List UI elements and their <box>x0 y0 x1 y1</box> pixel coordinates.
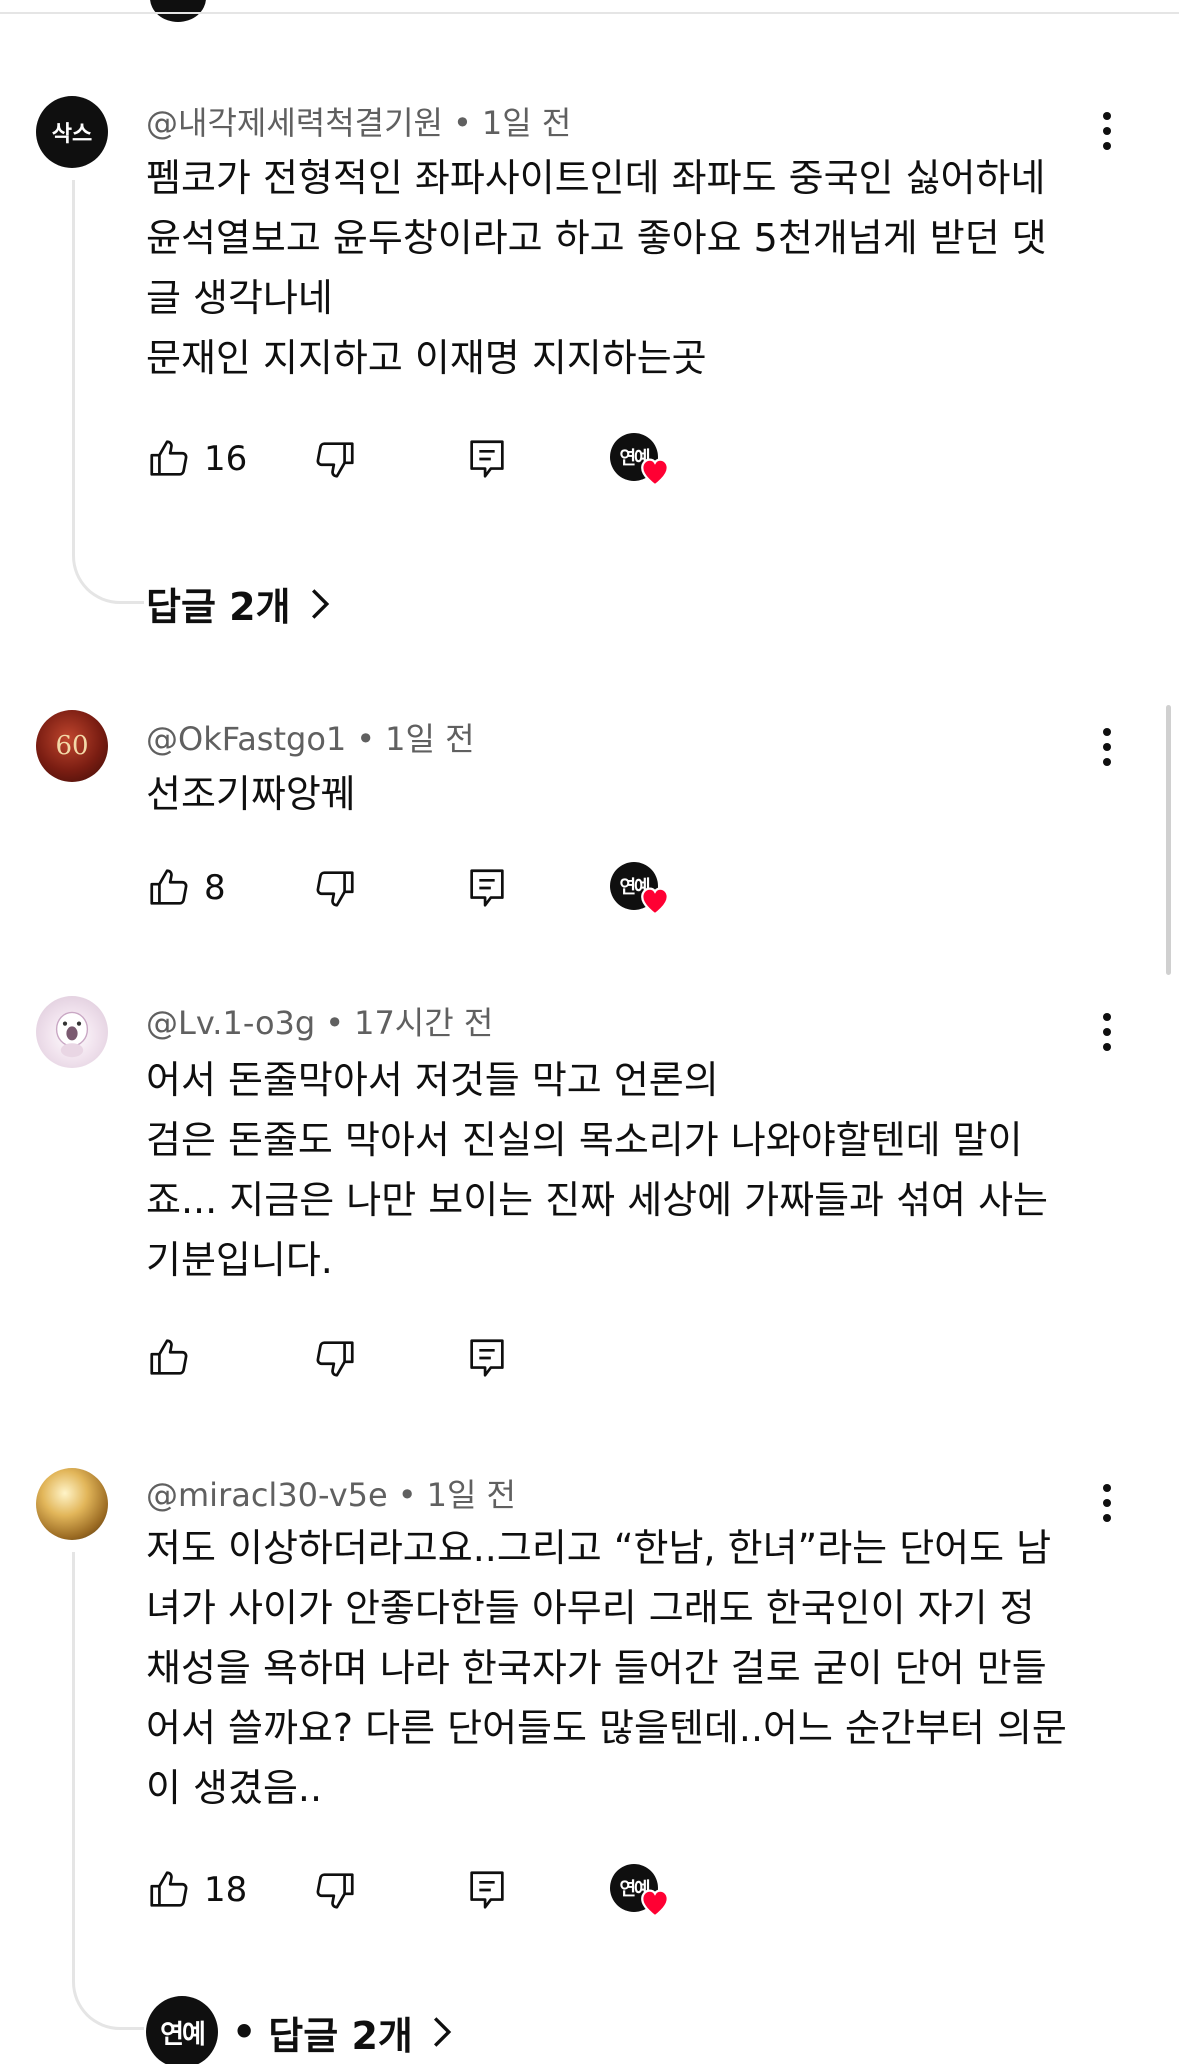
reply-icon <box>470 869 504 907</box>
dislike-button[interactable] <box>312 431 358 487</box>
replies-label: 답글 2개 <box>268 2013 413 2058</box>
comment-line: 윤석열보고 윤두창이라고 하고 좋아요 5천개넘게 받던 댓 <box>146 216 1047 260</box>
comment-text: 선조기짜앙꿰 <box>146 764 1096 824</box>
comment-line: 저도 이상하더라고요..그리고 “한남, 한녀”라는 단어도 남 <box>146 1526 1052 1570</box>
reply-button[interactable] <box>464 1330 510 1386</box>
avatar[interactable] <box>36 996 108 1068</box>
comment-actions <box>146 1330 846 1386</box>
dislike-icon <box>316 1341 354 1377</box>
dislike-icon <box>316 442 354 478</box>
thread-connector <box>72 180 144 604</box>
meta-separator: • <box>232 2010 257 2054</box>
author-handle[interactable]: @OkFastgo1 <box>146 720 346 758</box>
comment-line: 어서 돈줄막아서 저것들 막고 언론의 <box>146 1058 719 1102</box>
comment-line: 녀가 사이가 안좋다한들 아무리 그래도 한국인이 자기 정 <box>146 1586 1035 1630</box>
more-vert-icon <box>1103 112 1111 120</box>
heart-icon <box>641 458 669 487</box>
more-options-button[interactable] <box>1092 1478 1122 1528</box>
like-icon <box>150 440 188 476</box>
comment-time: 1일 전 <box>385 720 475 758</box>
reply-button[interactable] <box>464 431 510 487</box>
creator-heart: 연예 <box>610 429 674 489</box>
more-vert-icon <box>1103 1013 1111 1021</box>
comment-line: 어서 쓸까요? 다른 단어들도 많을텐데..어느 순간부터 의문 <box>146 1706 1067 1750</box>
like-button[interactable]: 18 <box>146 1862 247 1918</box>
avatar[interactable]: 60 <box>36 710 108 782</box>
more-options-button[interactable] <box>1092 106 1122 156</box>
comment-actions: 16 연예 <box>146 431 846 487</box>
meta-separator: • <box>452 104 472 142</box>
more-options-button[interactable] <box>1092 1007 1122 1057</box>
like-icon <box>150 1871 188 1907</box>
like-count: 18 <box>204 1870 248 1910</box>
chevron-right-icon <box>311 588 329 619</box>
comment-time: 1일 전 <box>481 104 572 142</box>
comment-line: 기분입니다. <box>146 1238 333 1282</box>
comment-meta: @Lv.1-o3g • 17시간 전 <box>146 998 493 1044</box>
more-options-button[interactable] <box>1092 722 1122 772</box>
reply-icon <box>470 1339 504 1377</box>
dislike-icon <box>316 1873 354 1909</box>
meta-separator: • <box>325 1004 345 1042</box>
comment-line: 채성을 욕하며 나라 한국자가 들어간 걸로 굳이 단어 만들 <box>146 1646 1047 1690</box>
dislike-button[interactable] <box>312 1862 358 1918</box>
like-button[interactable] <box>146 1330 204 1386</box>
more-vert-icon <box>1103 1484 1111 1492</box>
divider <box>0 12 1179 14</box>
like-count: 8 <box>204 868 226 908</box>
view-replies-button[interactable]: 답글 2개 <box>146 576 331 631</box>
view-replies-button[interactable]: 연예 • 답글 2개 <box>146 1996 453 2064</box>
like-icon <box>150 869 188 905</box>
comment-line: 선조기짜앙꿰 <box>146 772 356 816</box>
comment-line: 죠... 지금은 나만 보이는 진짜 세상에 가짜들과 섞여 사는 <box>146 1178 1048 1222</box>
comment-actions: 18 연예 <box>146 1862 846 1918</box>
creator-reply-avatar: 연예 <box>146 1996 218 2064</box>
dislike-button[interactable] <box>312 860 358 916</box>
comment-time: 17시간 전 <box>354 1004 494 1042</box>
avatar[interactable]: 삭스 <box>36 96 108 168</box>
comment-time: 1일 전 <box>426 1476 516 1514</box>
comment-meta: @내각제세력척결기원 • 1일 전 <box>146 98 571 144</box>
author-handle[interactable]: @Lv.1-o3g <box>146 1004 315 1042</box>
creator-heart: 연예 <box>610 1860 674 1920</box>
more-vert-icon <box>1103 728 1111 736</box>
heart-icon <box>641 887 669 916</box>
dislike-icon <box>316 871 354 907</box>
replies-label: 답글 2개 <box>146 585 291 629</box>
comment-actions: 8 연예 <box>146 860 846 916</box>
meta-separator: • <box>356 720 376 758</box>
author-handle[interactable]: @내각제세력척결기원 <box>146 104 443 142</box>
creature-avatar-image <box>55 1011 89 1058</box>
like-button[interactable]: 8 <box>146 860 226 916</box>
scrollbar[interactable] <box>1166 705 1171 975</box>
comment-line: 문재인 지지하고 이재명 지지하는곳 <box>146 336 707 380</box>
avatar[interactable] <box>36 1468 108 1540</box>
reply-icon <box>470 440 504 478</box>
dislike-button[interactable] <box>312 1330 358 1386</box>
reply-button[interactable] <box>464 1862 510 1918</box>
like-count: 16 <box>204 439 248 479</box>
comment-line: 글 생각나네 <box>146 276 333 320</box>
comment-meta: @miracl30-v5e • 1일 전 <box>146 1470 516 1516</box>
comment-text: 펨코가 전형적인 좌파사이트인데 좌파도 중국인 싫어하네 윤석열보고 윤두창이… <box>146 148 1096 388</box>
chevron-right-icon <box>433 2017 452 2047</box>
meta-separator: • <box>397 1476 417 1514</box>
like-button[interactable]: 16 <box>146 431 247 487</box>
comments-page: 삭스 @내각제세력척결기원 • 1일 전 펨코가 전형적인 좌파사이트인데 좌파도 … <box>0 0 1179 2064</box>
comment-text: 저도 이상하더라고요..그리고 “한남, 한녀”라는 단어도 남 녀가 사이가 … <box>146 1518 1096 1818</box>
like-icon <box>150 1339 188 1375</box>
comment-line: 검은 돈줄도 막아서 진실의 목소리가 나와야할텐데 말이 <box>146 1118 1023 1162</box>
reply-icon <box>470 1871 504 1909</box>
comment-line: 펨코가 전형적인 좌파사이트인데 좌파도 중국인 싫어하네 <box>146 156 1046 200</box>
previous-avatar <box>150 0 206 22</box>
creator-heart: 연예 <box>610 858 674 918</box>
thread-connector <box>72 1552 144 2030</box>
comment-meta: @OkFastgo1 • 1일 전 <box>146 714 475 760</box>
comment-line: 이 생겼음.. <box>146 1766 323 1810</box>
author-handle[interactable]: @miracl30-v5e <box>146 1476 388 1514</box>
heart-icon <box>641 1889 669 1918</box>
comment-text: 어서 돈줄막아서 저것들 막고 언론의 검은 돈줄도 막아서 진실의 목소리가 … <box>146 1050 1096 1290</box>
reply-button[interactable] <box>464 860 510 916</box>
